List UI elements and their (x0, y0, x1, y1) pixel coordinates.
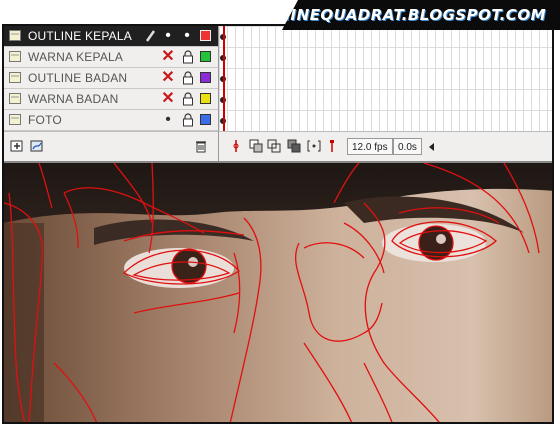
scroll-left-arrow-icon[interactable] (425, 140, 439, 154)
add-guide-layer-icon[interactable] (30, 139, 44, 153)
center-frame-icon[interactable] (229, 139, 243, 153)
layer-color-swatch[interactable] (200, 51, 211, 62)
layer-page-icon (9, 72, 21, 83)
layer-color-swatch[interactable] (200, 93, 211, 104)
lock-icon[interactable] (182, 71, 194, 85)
layer-page-icon (9, 51, 21, 62)
frame-rate-display: 12.0 fps (347, 138, 393, 155)
current-frame-marker-icon (330, 140, 334, 152)
layer-page-icon (9, 30, 21, 41)
layer-name: WARNA BADAN (28, 92, 119, 106)
layer-name: FOTO (28, 113, 62, 127)
layer-row-warna-kepala[interactable]: WARNA KEPALA ✕ (4, 47, 218, 68)
layer-name: WARNA KEPALA (28, 50, 124, 64)
layer-controls (4, 131, 218, 162)
timeline-frames[interactable] (218, 26, 552, 131)
layer-color-swatch[interactable] (200, 72, 211, 83)
onion-skin-outlines-icon[interactable] (267, 139, 281, 153)
face-photo-with-outlines (4, 163, 552, 422)
layer-page-icon (9, 114, 21, 125)
hidden-x-icon[interactable]: ✕ (161, 91, 175, 107)
layer-row-foto[interactable]: FOTO • (4, 110, 218, 131)
lock-icon[interactable] (182, 92, 194, 106)
layer-color-swatch[interactable] (200, 114, 211, 125)
flash-editor-window: OUTLINE KEPALA • • WARNA KEPALA ✕ OUTLIN… (2, 24, 554, 424)
layer-row-warna-badan[interactable]: WARNA BADAN ✕ (4, 89, 218, 110)
visibility-dot-icon[interactable]: • (161, 112, 175, 128)
visibility-dot-icon[interactable]: • (161, 28, 175, 44)
layer-name: OUTLINE BADAN (28, 71, 128, 85)
trash-icon[interactable] (194, 139, 208, 153)
modify-onion-markers-icon[interactable] (307, 139, 321, 153)
hidden-x-icon[interactable]: ✕ (161, 70, 175, 86)
blog-banner: NINEQUADRAT.BLOGSPOT.COM (282, 0, 560, 30)
stage-canvas[interactable] (4, 161, 552, 422)
lock-dot-icon[interactable]: • (180, 28, 194, 44)
add-layer-icon[interactable] (10, 139, 24, 153)
hidden-x-icon[interactable]: ✕ (161, 49, 175, 65)
elapsed-time-display: 0.0s (393, 138, 422, 155)
lock-icon[interactable] (182, 113, 194, 127)
layer-row-outline-kepala[interactable]: OUTLINE KEPALA • • (4, 26, 218, 47)
layer-name: OUTLINE KEPALA (28, 29, 132, 43)
layer-row-outline-badan[interactable]: OUTLINE BADAN ✕ (4, 68, 218, 89)
pencil-icon (145, 30, 156, 42)
layer-color-swatch[interactable] (200, 30, 211, 41)
layer-page-icon (9, 93, 21, 104)
onion-skin-icon[interactable] (249, 139, 263, 153)
edit-multiple-frames-icon[interactable] (287, 139, 301, 153)
timeline-status-bar: 12.0 fps 0.0s (218, 131, 552, 162)
banner-text: NINEQUADRAT.BLOGSPOT.COM (277, 6, 546, 24)
lock-icon[interactable] (182, 50, 194, 64)
